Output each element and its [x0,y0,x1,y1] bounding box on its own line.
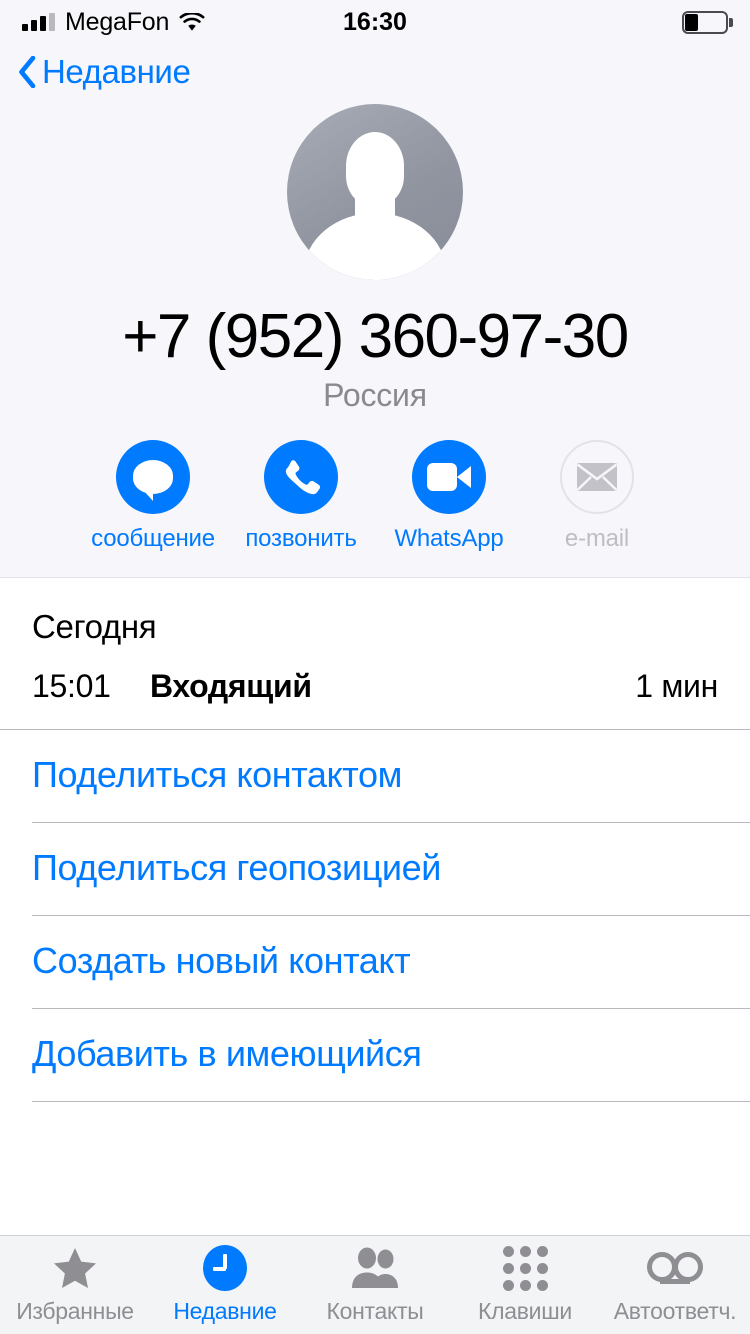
call-log-duration: 1 мин [635,668,718,704]
back-button-label: Недавние [42,53,191,90]
star-icon [52,1245,98,1291]
whatsapp-button[interactable]: WhatsApp [375,440,523,553]
phone-handset-icon [280,456,322,498]
tab-contacts[interactable]: Контакты [300,1236,450,1334]
call-button[interactable]: позвонить [227,440,375,553]
whatsapp-button-circle [412,440,486,515]
page-title: +7 (952) 360-97-30 [122,302,629,371]
status-bar-clock: 16:30 [343,7,407,36]
person-placeholder-icon [287,104,463,280]
create-new-contact-button[interactable]: Создать новый контакт [0,916,750,1008]
divider [32,1101,750,1102]
status-bar-right [682,10,733,34]
tab-favorites-label: Избранные [16,1298,134,1324]
message-button-label: сообщение [91,525,215,553]
add-to-existing-contact-button[interactable]: Добавить в имеющийся [0,1009,750,1101]
chevron-left-icon [18,55,36,89]
tab-favorites[interactable]: Избранные [0,1236,150,1334]
message-button[interactable]: сообщение [79,440,227,553]
people-icon [350,1245,400,1291]
share-location-button[interactable]: Поделиться геопозицией [0,823,750,915]
whatsapp-button-label: WhatsApp [394,525,504,553]
navigation-bar: Недавние [0,44,750,100]
call-button-label: позвонить [245,525,357,553]
tab-keypad[interactable]: Клавиши [450,1236,600,1334]
email-button-circle [560,440,634,515]
call-log-row[interactable]: 15:01 Входящий 1 мин [0,646,750,729]
message-bubble-icon [133,460,173,502]
quick-actions: сообщение позвонить WhatsApp e-mail [0,440,750,553]
status-bar: MegaFon 16:30 [0,0,750,44]
contact-header: +7 (952) 360-97-30 Россия сообщение позв… [0,100,750,578]
tab-voicemail[interactable]: Автоответч. [600,1236,750,1334]
tab-bar: Избранные Недавние Контакты Клавиши Авто… [0,1235,750,1334]
tab-voicemail-label: Автоответч. [613,1298,737,1324]
envelope-icon [576,462,618,492]
back-button[interactable]: Недавние [18,53,191,91]
email-button-label: e-mail [564,525,630,553]
clock-icon [203,1245,247,1291]
battery-icon [682,10,733,34]
video-camera-icon [427,463,471,492]
call-log-day-header: Сегодня [32,608,157,645]
phone-contact-screen: MegaFon 16:30 Недавние +7 (952) 360-97-3… [0,0,750,1334]
tab-keypad-label: Клавиши [478,1298,572,1324]
tab-contacts-label: Контакты [326,1298,424,1324]
contact-country-label: Россия [323,377,427,414]
call-button-circle [264,440,338,515]
email-button: e-mail [523,440,671,553]
call-log-type: Входящий [150,668,312,704]
main-content: Сегодня 15:01 Входящий 1 мин Поделиться … [0,578,750,1235]
voicemail-icon [647,1245,703,1291]
tab-recents-label: Недавние [173,1298,277,1324]
tab-recents[interactable]: Недавние [150,1236,300,1334]
keypad-icon [502,1245,548,1291]
share-contact-button[interactable]: Поделиться контактом [0,730,750,822]
message-button-circle [116,440,190,515]
call-log-time: 15:01 [32,668,111,704]
